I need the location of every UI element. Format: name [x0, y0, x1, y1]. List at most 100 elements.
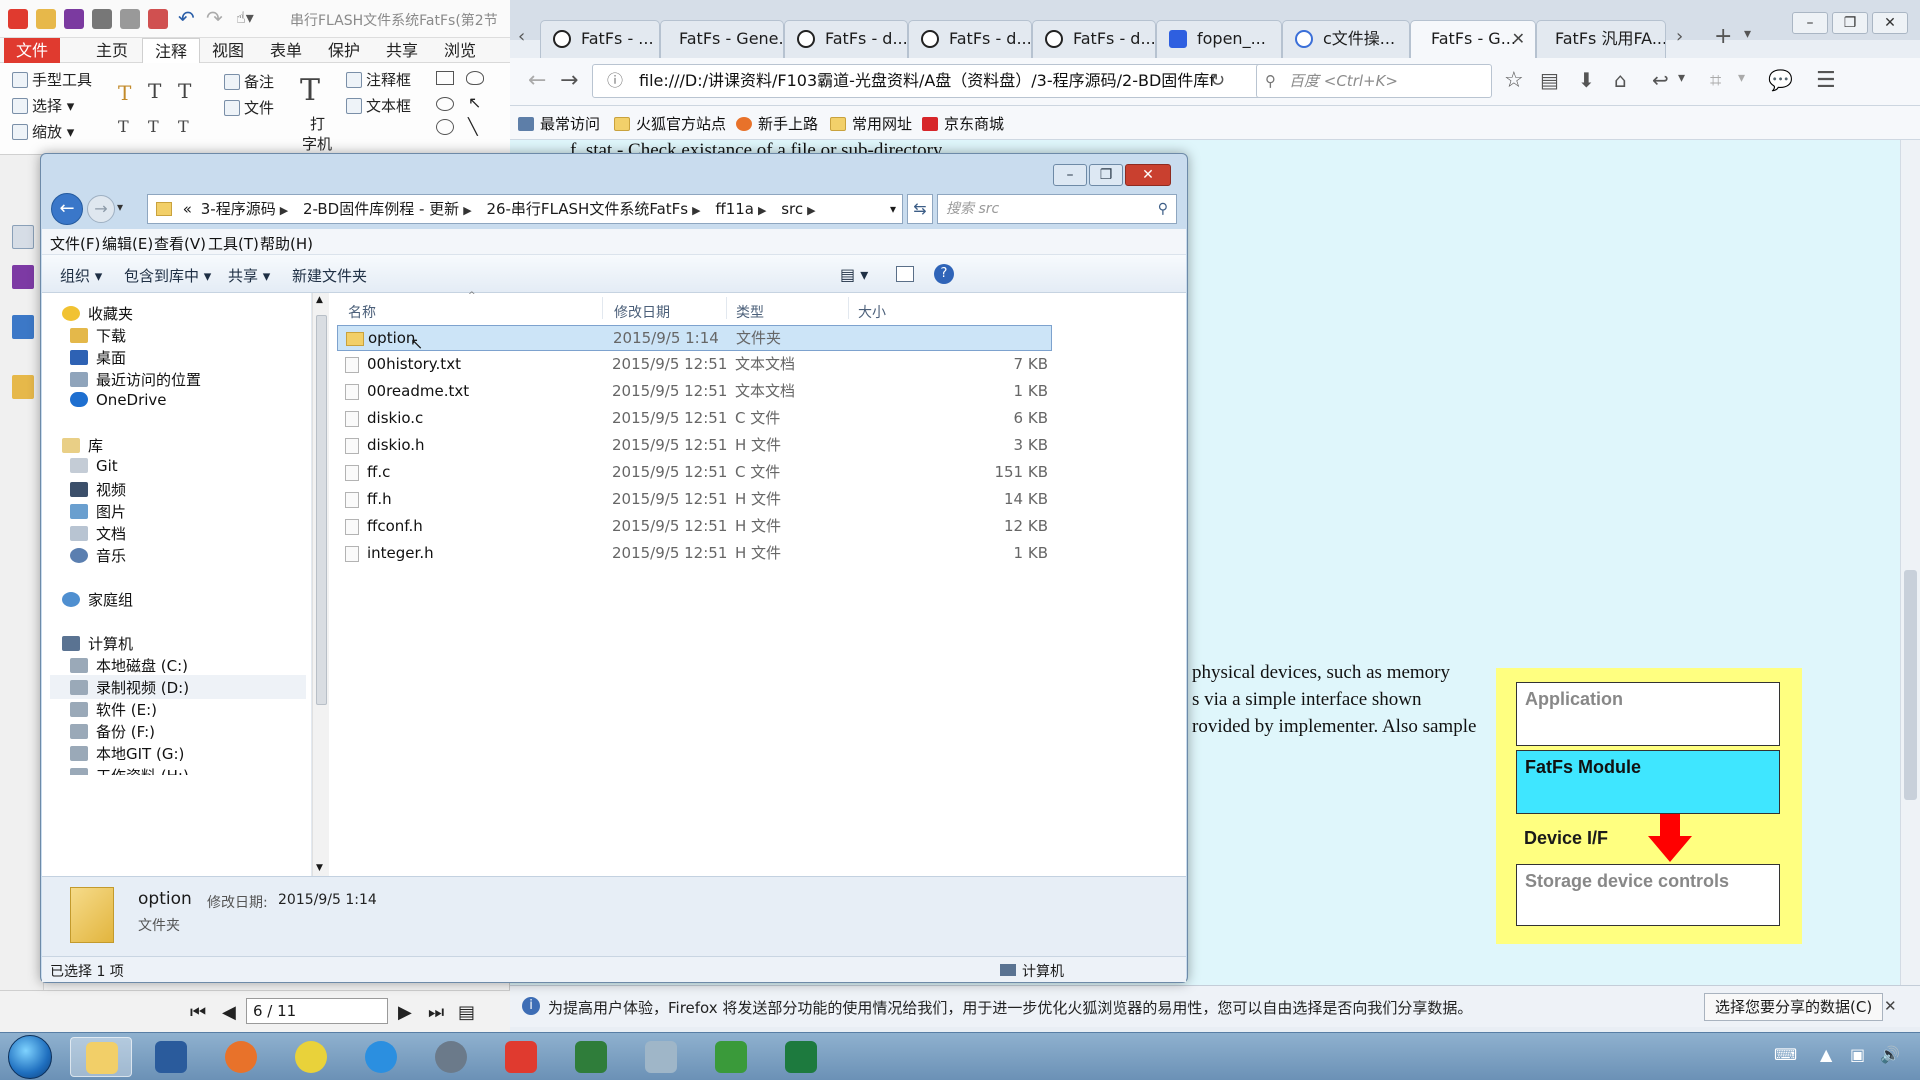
tab-5[interactable]: FatFs - d...: [1032, 20, 1156, 58]
chevron-right-icon[interactable]: ▶: [807, 197, 815, 223]
file-attach-button[interactable]: 文件: [224, 97, 274, 118]
bookmarks-panel-icon[interactable]: [12, 225, 34, 249]
refresh-icon[interactable]: ⇆: [907, 194, 933, 224]
comments-panel-icon[interactable]: [12, 375, 34, 399]
bookmark-most-visited[interactable]: 最常访问: [518, 113, 600, 134]
list-tabs-icon[interactable]: ▾: [1744, 26, 1751, 42]
volume-icon[interactable]: 🔊: [1880, 1045, 1900, 1064]
taskbar-camtasia[interactable]: [700, 1037, 762, 1077]
last-page-icon[interactable]: ⏭: [428, 1002, 444, 1023]
nav-git[interactable]: Git: [70, 457, 118, 475]
redo-icon[interactable]: ↷: [206, 8, 226, 29]
file-row[interactable]: diskio.c 2015/9/5 12:51 C 文件 6 KB: [337, 406, 1052, 432]
close-tab-icon[interactable]: ✕: [1512, 21, 1525, 57]
underline-text-icon[interactable]: T: [178, 79, 191, 103]
tab-3[interactable]: FatFs - d...: [784, 20, 908, 58]
organize-button[interactable]: 组织 ▾: [60, 265, 102, 286]
chat-icon[interactable]: 💬: [1768, 68, 1793, 92]
bookmark-jd[interactable]: 京东商城: [922, 113, 1004, 134]
close-window-icon[interactable]: ✕: [1872, 12, 1908, 34]
note-button[interactable]: 备注: [224, 71, 274, 92]
pages-panel-icon[interactable]: [12, 265, 34, 289]
nav-music[interactable]: 音乐: [70, 545, 126, 566]
new-folder-button[interactable]: 新建文件夹: [292, 265, 367, 286]
callout-button[interactable]: 注释框: [346, 69, 411, 90]
tab-1[interactable]: FatFs - ...: [540, 20, 660, 58]
menu-tools[interactable]: 工具(T): [208, 233, 259, 254]
oval-icon[interactable]: [436, 97, 454, 111]
menu-file[interactable]: 文件(F): [50, 233, 100, 254]
breadcrumb-item[interactable]: src: [781, 195, 803, 223]
strikeout-text-icon[interactable]: T: [148, 79, 161, 103]
scroll-up-icon[interactable]: ▲: [316, 295, 323, 305]
pdf-menu-view[interactable]: 视图: [200, 38, 256, 63]
menu-edit[interactable]: 编辑(E): [102, 233, 153, 254]
pdf-menu-browse[interactable]: 浏览: [432, 38, 488, 63]
file-row[interactable]: diskio.h 2015/9/5 12:51 H 文件 3 KB: [337, 433, 1052, 459]
explorer-back-icon[interactable]: ←: [51, 193, 83, 225]
column-divider[interactable]: [848, 297, 849, 319]
scroll-down-icon[interactable]: ▼: [316, 863, 323, 873]
taskbar-keil[interactable]: [560, 1037, 622, 1077]
tabs-scroll-left-icon[interactable]: ‹: [518, 26, 525, 47]
minimize-icon[interactable]: –: [1792, 12, 1828, 34]
taskbar-app-yellow[interactable]: [280, 1037, 342, 1077]
help-icon[interactable]: ?: [934, 264, 954, 284]
typewriter-icon[interactable]: T: [300, 73, 320, 108]
undo-close-icon[interactable]: ↩: [1652, 68, 1669, 92]
breadcrumb-item[interactable]: 2-BD固件库例程 - 更新: [303, 195, 459, 223]
view-mode-icon[interactable]: ▤: [458, 1002, 475, 1023]
file-row-option[interactable]: option ↖ 2015/9/5 1:14 文件夹: [337, 325, 1052, 353]
reload-icon[interactable]: ↻: [1210, 70, 1225, 91]
pdf-menu-share[interactable]: 共享: [374, 38, 430, 63]
first-page-icon[interactable]: ⏮: [190, 1002, 206, 1023]
cloud-icon[interactable]: [466, 71, 484, 85]
nav-documents[interactable]: 文档: [70, 523, 126, 544]
tray-expand-icon[interactable]: ▲: [1820, 1045, 1832, 1064]
save-icon[interactable]: [64, 9, 84, 29]
nav-downloads[interactable]: 下载: [70, 325, 126, 346]
nav-favorites[interactable]: 收藏夹: [62, 303, 133, 324]
pdf-menu-protect[interactable]: 保护: [316, 38, 372, 63]
textbox-button[interactable]: 文本框: [346, 95, 411, 116]
arrow-icon[interactable]: ↖: [468, 93, 481, 112]
explorer-minimize-icon[interactable]: –: [1053, 164, 1087, 186]
back-icon[interactable]: ←: [528, 68, 546, 93]
file-row[interactable]: ffconf.h 2015/9/5 12:51 H 文件 12 KB: [337, 514, 1052, 540]
taskbar-excel[interactable]: [770, 1037, 832, 1077]
input-method-icon[interactable]: ⌨: [1774, 1045, 1797, 1064]
nav-drive-h[interactable]: 工作资料 (H:): [70, 765, 189, 775]
column-divider[interactable]: [602, 297, 603, 319]
recent-pages-icon[interactable]: ▾: [117, 200, 123, 214]
choose-data-button[interactable]: 选择您要分享的数据(C): [1704, 993, 1884, 1021]
navigation-pane-scrollbar[interactable]: ▲ ▼: [312, 293, 329, 876]
chevron-right-icon[interactable]: ▶: [463, 197, 471, 223]
nav-recent[interactable]: 最近访问的位置: [70, 369, 201, 390]
tab-2[interactable]: FatFs - Gene...: [660, 20, 784, 58]
file-row[interactable]: ff.h 2015/9/5 12:51 H 文件 14 KB: [337, 487, 1052, 513]
pdf-menu-file[interactable]: 文件: [4, 38, 61, 63]
home-icon[interactable]: ⌂: [1614, 68, 1627, 92]
tab-6[interactable]: fopen_...: [1156, 20, 1282, 58]
nav-pictures[interactable]: 图片: [70, 501, 126, 522]
downloads-icon[interactable]: ⬇: [1578, 68, 1595, 92]
tab-4[interactable]: FatFs - d...: [908, 20, 1032, 58]
explorer-close-icon[interactable]: ✕: [1125, 164, 1171, 186]
pdf-menu-home[interactable]: 主页: [84, 38, 140, 63]
breadcrumb-overflow[interactable]: «: [183, 195, 192, 223]
nav-drive-f[interactable]: 备份 (F:): [70, 721, 155, 742]
properties-icon[interactable]: [120, 9, 140, 29]
select-button[interactable]: 选择 ▾: [12, 95, 74, 116]
print-icon[interactable]: [92, 9, 112, 29]
bookmark-common-sites[interactable]: 常用网址: [830, 113, 912, 134]
start-button[interactable]: [8, 1035, 52, 1079]
file-row[interactable]: integer.h 2015/9/5 12:51 H 文件 1 KB: [337, 541, 1052, 567]
column-divider[interactable]: [726, 297, 727, 319]
firefox-scrollbar[interactable]: [1900, 140, 1920, 985]
taskbar-explorer[interactable]: [70, 1037, 132, 1077]
new-icon[interactable]: [148, 9, 168, 29]
forward-icon[interactable]: →: [560, 68, 578, 93]
explorer-maximize-icon[interactable]: ❐: [1089, 164, 1123, 186]
line-icon[interactable]: ╲: [468, 117, 478, 136]
nav-desktop[interactable]: 桌面: [70, 347, 126, 368]
